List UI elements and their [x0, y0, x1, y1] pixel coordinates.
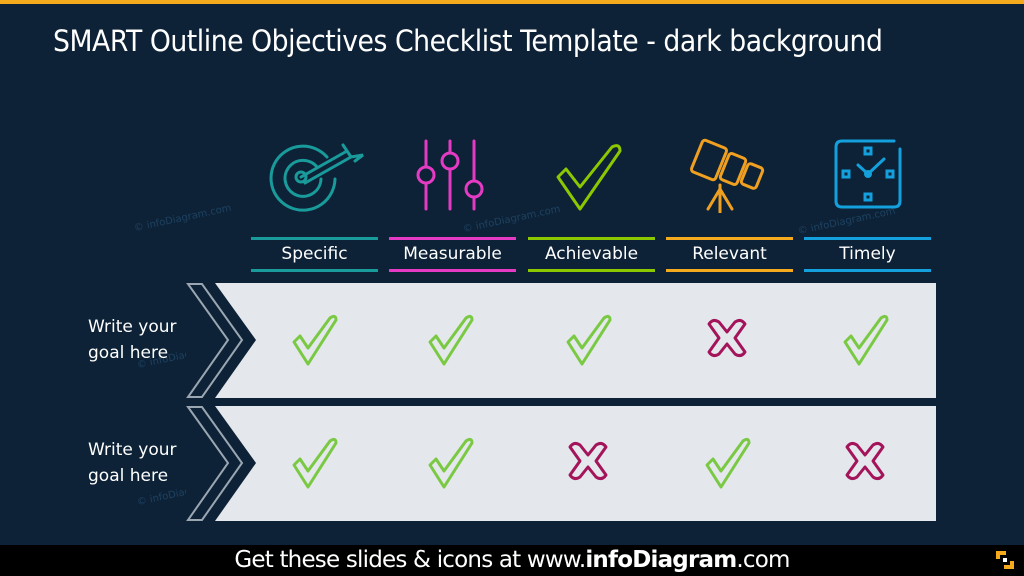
- column-header-relevant: Relevant: [666, 237, 793, 272]
- check-icon[interactable]: [697, 433, 757, 493]
- sliders-icon: [400, 137, 500, 217]
- cross-icon[interactable]: [697, 310, 757, 370]
- footer-brand: infoDiagram: [585, 547, 737, 573]
- check-icon[interactable]: [284, 310, 344, 370]
- cross-icon[interactable]: [558, 433, 618, 493]
- column-header-timely: Timely: [804, 237, 931, 272]
- target-arrow-icon: [265, 137, 365, 217]
- footer-prefix: Get these slides & icons at www.: [234, 547, 586, 573]
- chevron-arrow-icon: [186, 406, 256, 521]
- check-icon[interactable]: [558, 310, 618, 370]
- goal-text-line: Write your: [88, 440, 177, 460]
- chevron-arrow-icon: [186, 283, 256, 398]
- check-icon[interactable]: [284, 433, 344, 493]
- goal-text[interactable]: Write your goal here: [88, 437, 198, 489]
- top-accent-bar: [0, 0, 1024, 4]
- goal-text-line: goal here: [88, 343, 169, 363]
- column-header-achievable: Achievable: [528, 237, 655, 272]
- page-title: SMART Outline Objectives Checklist Templ…: [53, 24, 883, 58]
- goal-text-line: Write your: [88, 317, 177, 337]
- footer-banner: Get these slides & icons at www.infoDiag…: [0, 545, 1024, 576]
- check-icon[interactable]: [420, 310, 480, 370]
- checkmark-icon: [540, 137, 640, 217]
- goal-text[interactable]: Write your goal here: [88, 314, 198, 366]
- column-header-measurable: Measurable: [389, 237, 516, 272]
- infodiagram-logo-icon: [996, 551, 1014, 569]
- check-icon[interactable]: [835, 310, 895, 370]
- footer-suffix: .com: [736, 547, 790, 573]
- cross-icon[interactable]: [835, 433, 895, 493]
- telescope-icon: [680, 133, 780, 215]
- footer-text[interactable]: Get these slides & icons at www.infoDiag…: [0, 545, 1024, 576]
- watermark: © infoDiagram.com: [132, 202, 233, 235]
- clock-icon: [818, 137, 918, 217]
- check-icon[interactable]: [420, 433, 480, 493]
- column-header-specific: Specific: [251, 237, 378, 272]
- goal-text-line: goal here: [88, 466, 169, 486]
